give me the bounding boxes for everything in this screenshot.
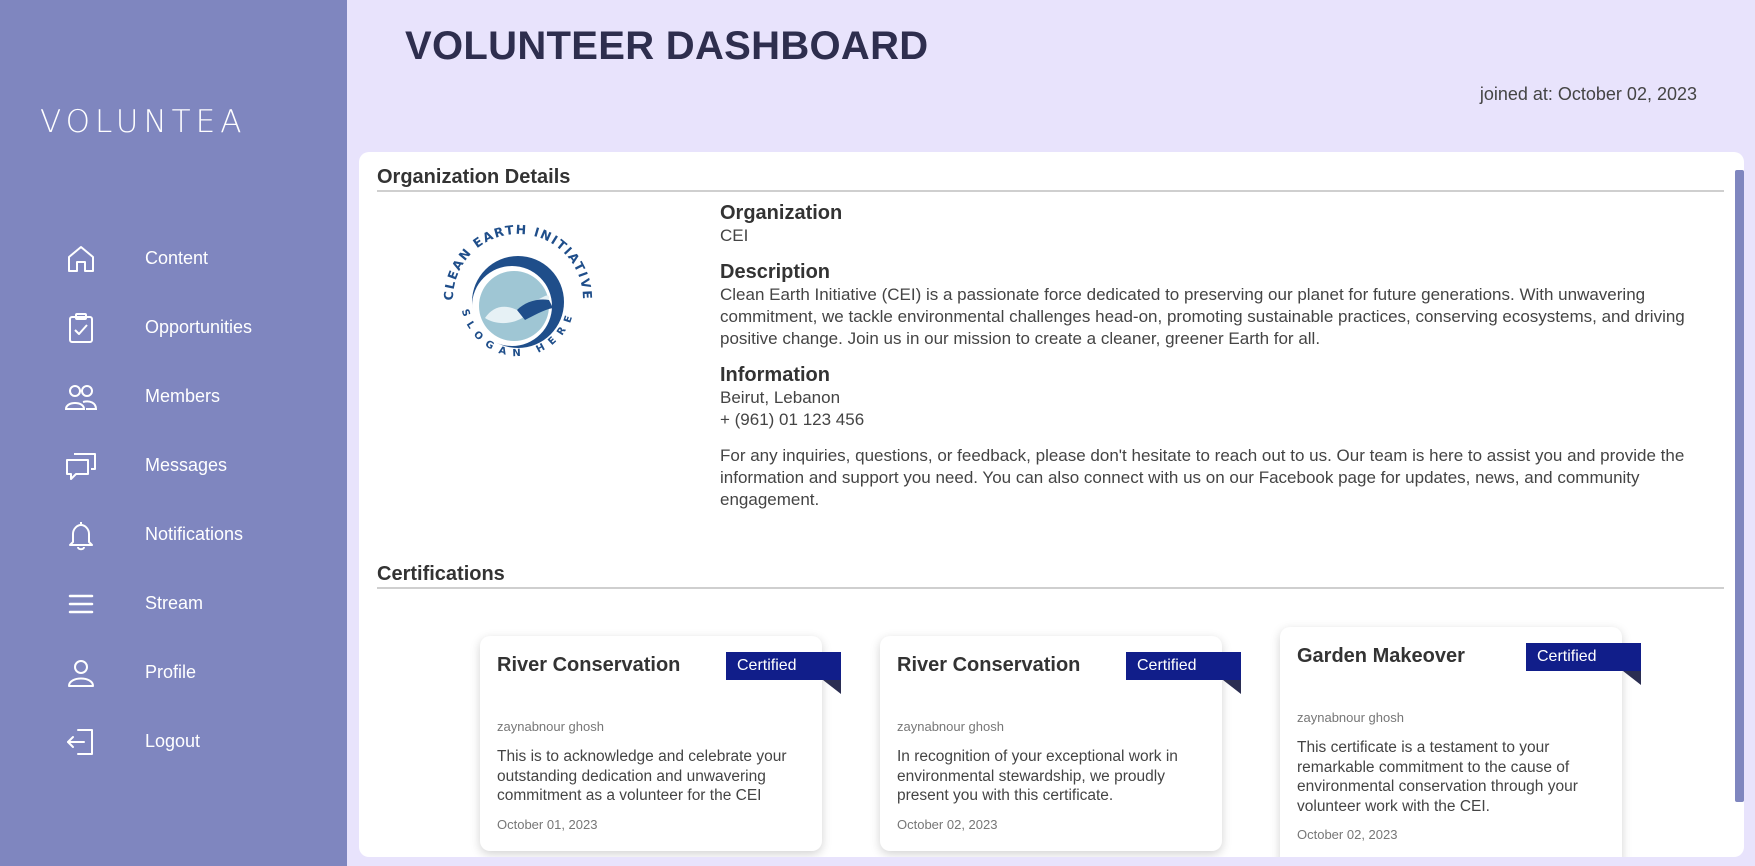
- organization-details: Organization CEI Description Clean Earth…: [720, 202, 1720, 511]
- menu-lines-icon: [62, 585, 100, 623]
- main-content-card: Organization Details CLEAN EARTH INITIAT…: [359, 152, 1744, 857]
- certificate-description: This certificate is a testament to your …: [1297, 739, 1578, 815]
- sidebar-item-label: Notifications: [145, 524, 244, 544]
- certified-badge: Certified: [1526, 643, 1641, 671]
- certificate-author: zaynabnour ghosh: [897, 719, 1004, 734]
- ribbon-fold: [1623, 671, 1641, 685]
- sidebar-item-label: Members: [145, 386, 221, 406]
- sidebar-item-label: Messages: [145, 455, 228, 475]
- sidebar-item-opportunities[interactable]: Opportunities: [0, 293, 347, 362]
- certificate-card[interactable]: River Conservation Certified zaynabnour …: [480, 636, 841, 851]
- logout-icon: [62, 723, 100, 761]
- sidebar-item-stream[interactable]: Stream: [0, 569, 347, 638]
- certifications-heading: Certifications: [377, 563, 1724, 589]
- organization-name: CEI: [720, 226, 749, 245]
- sidebar-item-notifications[interactable]: Notifications: [0, 500, 347, 569]
- organization-logo: CLEAN EARTH INITIATIVE SLOGAN HERE: [441, 222, 594, 359]
- certificate-title: River Conservation: [897, 654, 1081, 676]
- sidebar-item-profile[interactable]: Profile: [0, 638, 347, 707]
- sidebar-item-content[interactable]: Content: [0, 224, 347, 293]
- certificate-description: In recognition of your exceptional work …: [897, 748, 1178, 804]
- chat-bubbles-icon: [62, 447, 100, 485]
- information-heading: Information: [720, 364, 830, 386]
- organization-description: Clean Earth Initiative (CEI) is a passio…: [720, 285, 1685, 348]
- sidebar-nav: Content Opportunities Members Messages N…: [0, 224, 347, 776]
- certified-badge: Certified: [726, 652, 841, 680]
- sidebar-item-logout[interactable]: Logout: [0, 707, 347, 776]
- scrollbar[interactable]: [1735, 170, 1744, 802]
- page-title: VOLUNTEER DASHBOARD: [405, 24, 929, 68]
- app-logo[interactable]: VOLUNTEA: [40, 104, 246, 140]
- certificate-date: October 01, 2023: [497, 817, 598, 832]
- certificate-card[interactable]: River Conservation Certified zaynabnour …: [880, 636, 1241, 851]
- sidebar-item-label: Logout: [145, 731, 201, 751]
- certificate-title: Garden Makeover: [1297, 645, 1465, 667]
- certificate-description: This is to acknowledge and celebrate you…: [497, 748, 787, 804]
- description-heading: Description: [720, 261, 831, 283]
- certificate-date: October 02, 2023: [1297, 827, 1398, 842]
- user-icon: [62, 654, 100, 692]
- sidebar: VOLUNTEA Content Opportunities Members M…: [0, 0, 347, 866]
- certificate-card[interactable]: Garden Makeover Certified zaynabnour gho…: [1280, 627, 1641, 857]
- ribbon-fold: [1223, 680, 1241, 694]
- certificate-date: October 02, 2023: [897, 817, 998, 832]
- ribbon-fold: [823, 680, 841, 694]
- certificate-author: zaynabnour ghosh: [1297, 710, 1404, 725]
- organization-details-heading: Organization Details: [377, 166, 1724, 192]
- sidebar-item-label: Stream: [145, 593, 204, 613]
- contact-note: For any inquiries, questions, or feedbac…: [720, 446, 1685, 509]
- joined-date: joined at: October 02, 2023: [1479, 84, 1697, 104]
- sidebar-item-messages[interactable]: Messages: [0, 431, 347, 500]
- certificate-title: River Conservation: [497, 654, 681, 676]
- sidebar-item-members[interactable]: Members: [0, 362, 347, 431]
- certified-badge: Certified: [1126, 652, 1241, 680]
- sidebar-item-label: Opportunities: [145, 317, 253, 337]
- sidebar-item-label: Profile: [145, 662, 197, 682]
- users-icon: [62, 378, 100, 416]
- clipboard-check-icon: [62, 309, 100, 347]
- home-icon: [62, 240, 100, 278]
- organization-location: Beirut, Lebanon: [720, 388, 841, 407]
- sidebar-item-label: Content: [145, 248, 209, 268]
- bell-icon: [62, 516, 100, 554]
- organization-heading: Organization: [720, 202, 843, 224]
- organization-phone: + (961) 01 123 456: [720, 410, 865, 429]
- certificate-author: zaynabnour ghosh: [497, 719, 604, 734]
